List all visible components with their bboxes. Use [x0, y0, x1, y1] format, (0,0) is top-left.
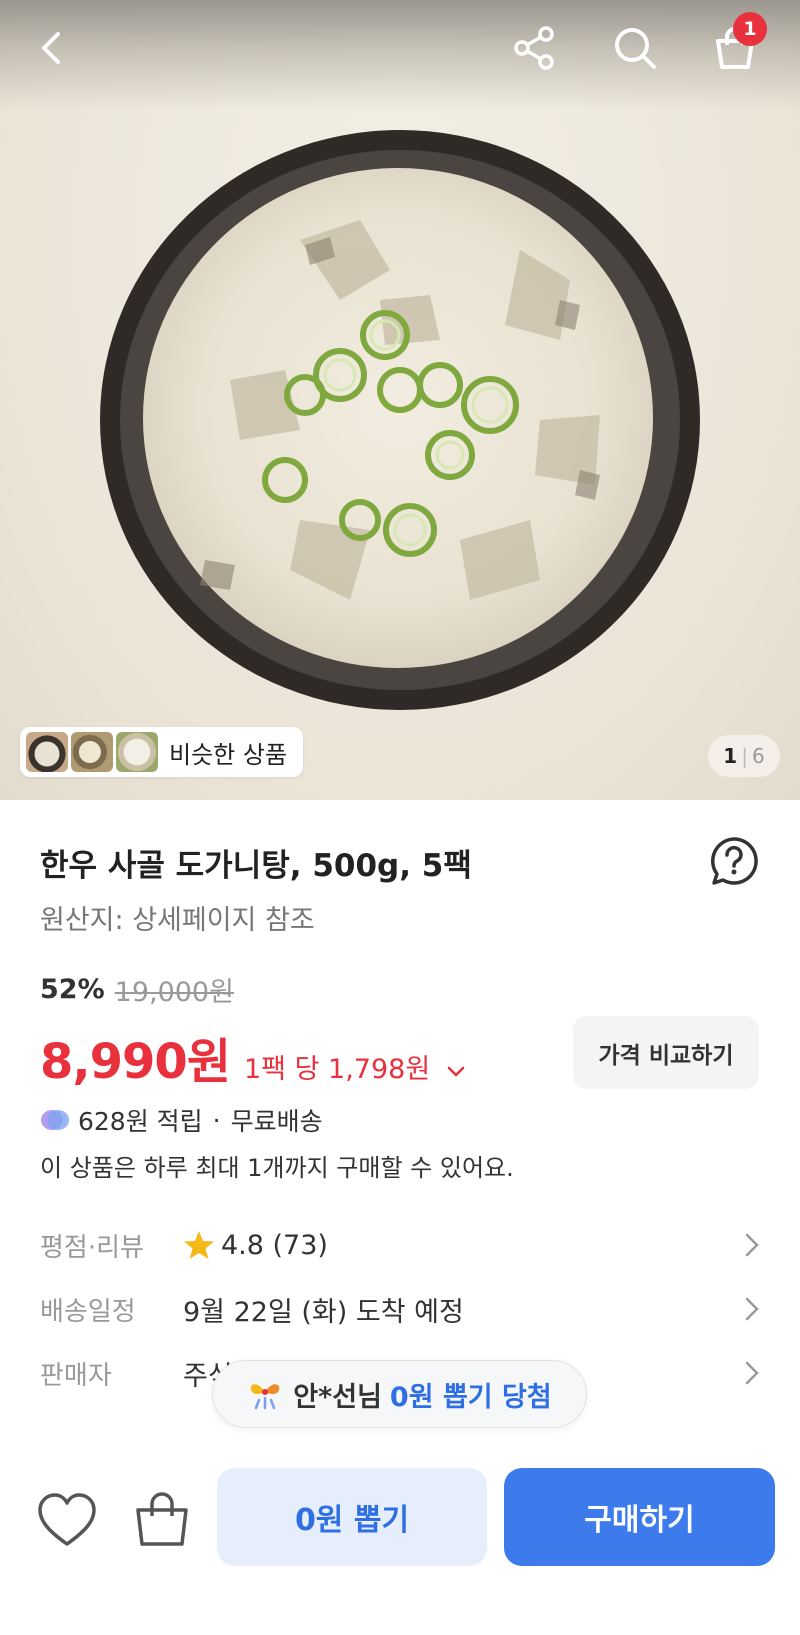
- purchase-limit-notice: 이 상품은 하루 최대 1개까지 구매할 수 있어요.: [40, 1154, 514, 1182]
- similar-thumbnail: [26, 732, 68, 772]
- heart-icon: [38, 1493, 96, 1546]
- price-compare-button[interactable]: 가격 비교하기: [573, 1016, 759, 1089]
- search-button[interactable]: [605, 18, 665, 78]
- sale-price: 8,990원: [40, 1034, 231, 1090]
- winner-name: 안*선님: [293, 1381, 382, 1413]
- chevron-right-icon: [745, 1233, 759, 1257]
- similar-thumbnail: [71, 732, 113, 772]
- chevron-left-icon: [42, 32, 60, 64]
- current-page: 1: [723, 744, 738, 768]
- seller-label: 판매자: [40, 1360, 112, 1391]
- product-image-carousel[interactable]: 비슷한 상품 1 | 6: [0, 0, 800, 800]
- price-row: 8,990원 1팩 당 1,798원: [40, 1022, 465, 1092]
- chevron-right-icon: [745, 1297, 759, 1321]
- chevron-down-icon: [447, 1066, 465, 1077]
- points-shipping-row: 628원 적립 · 무료배송: [40, 1102, 323, 1138]
- similar-thumbnail: [116, 732, 158, 772]
- share-icon: [514, 26, 554, 70]
- unit-price-toggle[interactable]: 1팩 당 1,798원: [244, 1047, 465, 1086]
- chevron-right-icon: [745, 1361, 759, 1385]
- search-icon: [615, 28, 656, 69]
- original-price: 19,000원: [114, 977, 234, 1008]
- add-to-cart-button[interactable]: [132, 1488, 192, 1548]
- rating-label: 평점·리뷰: [40, 1232, 144, 1263]
- unit-price: 1팩 당 1,798원: [244, 1054, 431, 1085]
- points-icon: [41, 1110, 69, 1130]
- winner-toast: 안*선님 0원 뽑기 당첨: [212, 1360, 587, 1428]
- page-separator: |: [741, 744, 748, 768]
- similar-products-label: 비슷한 상품: [169, 740, 288, 769]
- delivery-date: 9월 22일 (화) 도착 예정: [183, 1296, 464, 1328]
- star-icon: [184, 1231, 214, 1259]
- winner-highlight: 0원 뽑기 당첨: [389, 1381, 552, 1413]
- cart-count-badge: 1: [733, 12, 767, 46]
- product-origin: 원산지: 상세페이지 참조: [40, 905, 315, 936]
- buy-button[interactable]: 구매하기: [504, 1468, 775, 1566]
- question-icon: [711, 837, 758, 885]
- points-separator: ·: [212, 1105, 221, 1135]
- discount-row: 52% 19,000원: [40, 970, 234, 1009]
- image-page-indicator: 1 | 6: [708, 735, 780, 777]
- rating-value: 4.8 (73): [221, 1229, 328, 1261]
- similar-products-chip[interactable]: 비슷한 상품: [20, 727, 303, 777]
- product-photo: [100, 130, 700, 710]
- free-draw-button[interactable]: 0원 뽑기: [217, 1468, 487, 1566]
- bottom-action-bar: 0원 뽑기 구매하기: [0, 1450, 800, 1635]
- points-earned: 628원 적립: [78, 1107, 203, 1136]
- back-button[interactable]: [22, 18, 82, 78]
- total-pages: 6: [751, 744, 765, 768]
- free-shipping: 무료배송: [230, 1107, 323, 1136]
- share-button[interactable]: [505, 18, 565, 78]
- cart-button[interactable]: 1: [705, 12, 767, 78]
- ribbon-icon: [250, 1384, 280, 1410]
- delivery-label: 배송일정: [40, 1296, 136, 1327]
- delivery-schedule-row[interactable]: 배송일정 9월 22일 (화) 도착 예정: [40, 1284, 760, 1334]
- top-navigation-bar: 1: [0, 0, 800, 95]
- product-title: 한우 사골 도가니탕, 500g, 5팩: [40, 848, 472, 884]
- help-button[interactable]: [708, 835, 760, 887]
- discount-rate: 52%: [40, 974, 105, 1005]
- rating-review-row[interactable]: 평점·리뷰 4.8 (73): [40, 1220, 760, 1270]
- shopping-bag-icon: [136, 1492, 188, 1546]
- wishlist-button[interactable]: [37, 1492, 97, 1552]
